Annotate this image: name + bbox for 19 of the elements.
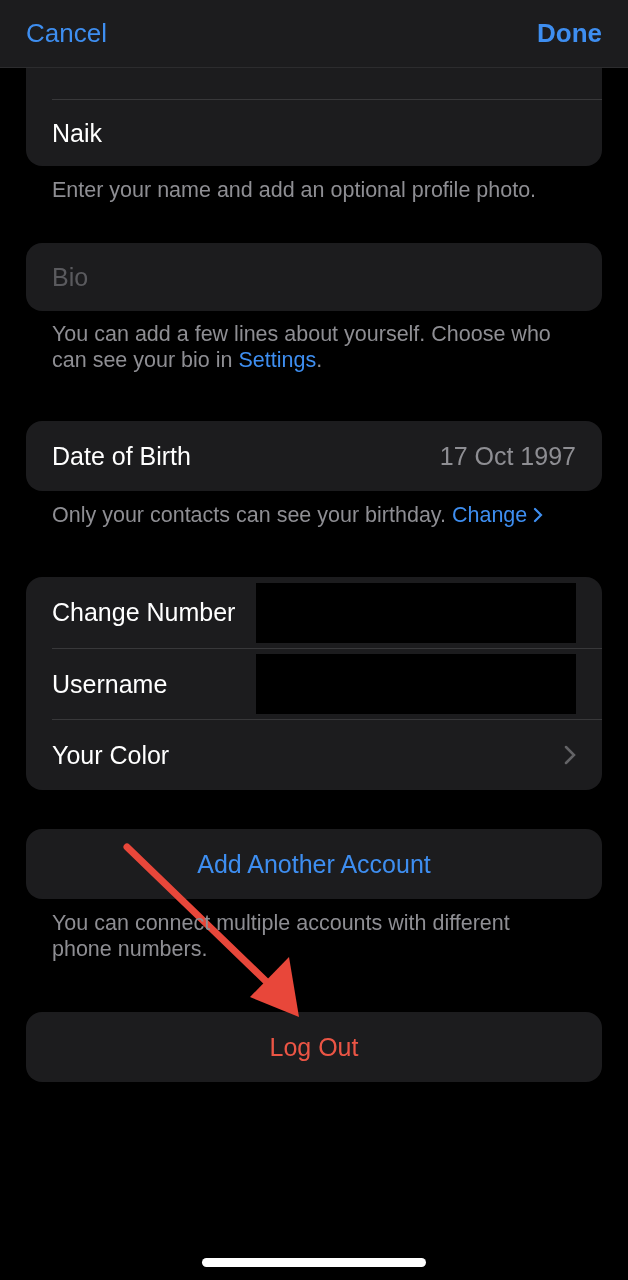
done-button[interactable]: Done [537,18,602,49]
name-hint: Enter your name and add an optional profile photo. [52,177,538,203]
chevron-icon [533,507,544,523]
birthday-value: 17 Oct 1997 [439,441,576,471]
settings-link[interactable]: Settings [238,348,317,372]
birthday-card[interactable]: Date of Birth 17 Oct 1997 [26,421,602,491]
birthday-hint: Only your contacts can see your birthday. Change [52,502,558,528]
account-row-label[interactable]: Username [52,669,168,699]
add-account-button[interactable]: Add Another Account [26,829,602,899]
name-field[interactable]: Naik [52,118,102,148]
log-out-button[interactable]: Log Out [26,1012,602,1082]
account-row-label[interactable]: Your Color [52,740,170,770]
chevron-icon [564,745,576,765]
change-link[interactable]: Change [451,503,544,527]
account-row-label[interactable]: Change Number [52,598,236,627]
bio-field[interactable]: Bio [26,243,602,311]
birthday-label: Date of Birth [52,441,191,471]
cancel-button[interactable]: Cancel [26,18,107,49]
bio-hint: You can add a few lines about yourself. Choose who can see your bio in Settings. [52,321,552,373]
